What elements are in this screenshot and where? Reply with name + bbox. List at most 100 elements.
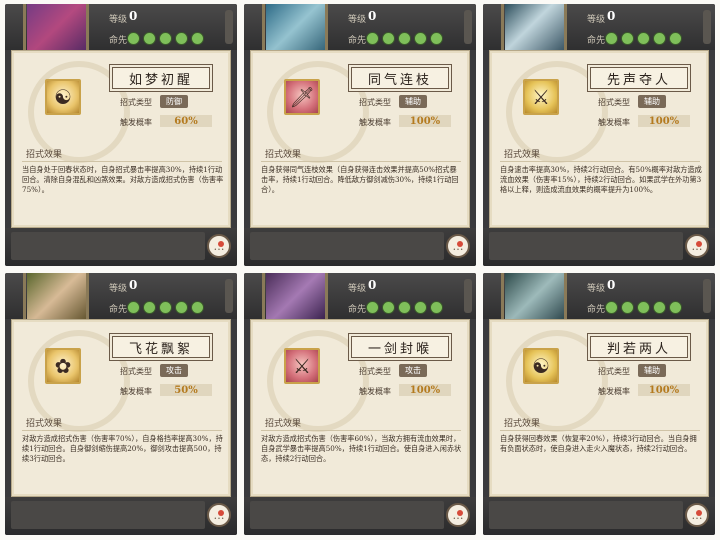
trigger-rate-value: 60% (160, 115, 212, 127)
skill-detail-card: ⚔ 先声夺人 招式类型 辅助 触发概率 100% 招式效果 自身速击率提高30%… (489, 50, 709, 228)
level-value: 0 (368, 278, 377, 292)
divider (500, 161, 700, 162)
trigger-rate-label: 触发概率 (359, 118, 391, 127)
chat-button[interactable]: … (446, 503, 470, 527)
attribute-dot-icon (669, 32, 682, 45)
skill-screenshot-grid: 等级 0 命先 ☯ 如梦初醒 招式类型 防御 触发概率 60% 招式效果 当自身… (0, 0, 720, 540)
skill-panel: 等级 0 命先 ⚔ 一剑封喉 招式类型 攻击 触发概率 100% 招式效果 对敌… (244, 273, 476, 535)
chat-button[interactable]: … (446, 234, 470, 258)
attribute-dot-icon (191, 32, 204, 45)
skill-type-label: 招式类型 (359, 367, 391, 376)
level-label: 等级 (587, 284, 606, 294)
character-strip: 等级 0 命先 (5, 4, 237, 50)
scroll-handle[interactable] (464, 279, 472, 313)
warrior-icon: ⚔ (532, 85, 550, 109)
portrait-frame (23, 273, 89, 319)
portrait-frame (262, 273, 328, 319)
notification-dot-icon (696, 510, 702, 516)
attribute-dot-icon (159, 301, 172, 314)
swordsman-icon: ⚔ (293, 354, 311, 378)
character-strip: 等级 0 命先 (244, 273, 476, 319)
effect-description: 当自身处于回春状态时，自身招式暴击率提高30%，持续1行动回合。清除自身混乱和凶… (22, 165, 224, 194)
scroll-handle[interactable] (464, 10, 472, 44)
skill-detail-card: ☯ 判若两人 招式类型 辅助 触发概率 100% 招式效果 自身获得回春效果（恢… (489, 319, 709, 497)
skill-name: 判若两人 (590, 336, 688, 358)
effect-heading: 招式效果 (504, 150, 541, 160)
attribute-icons (366, 32, 443, 45)
bottom-slot (489, 232, 683, 260)
effect-description: 自身速击率提高30%，持续2行动回合。有50%概率对敌方造成流血效果（伤害率15… (500, 165, 702, 194)
notification-dot-icon (218, 241, 224, 247)
attribute-dot-icon (669, 301, 682, 314)
effect-heading: 招式效果 (265, 419, 302, 429)
chat-button[interactable]: … (685, 234, 709, 258)
attribute-dot-icon (143, 301, 156, 314)
skill-name: 先声夺人 (590, 67, 688, 89)
skill-panel: 等级 0 命先 ☯ 判若两人 招式类型 辅助 触发概率 100% 招式效果 自身… (483, 273, 715, 535)
chat-button[interactable]: … (685, 503, 709, 527)
chat-button[interactable]: … (207, 503, 231, 527)
trigger-rate-value: 100% (399, 384, 451, 396)
bottom-slot (11, 232, 205, 260)
attribute-label: 命先 (348, 305, 367, 315)
trigger-rate-label: 触发概率 (120, 387, 152, 396)
attribute-dot-icon (382, 32, 395, 45)
divider (261, 430, 461, 431)
scroll-handle[interactable] (703, 10, 711, 44)
effect-heading: 招式效果 (504, 419, 541, 429)
level-value: 0 (368, 9, 377, 23)
skill-detail-card: ⚔ 一剑封喉 招式类型 攻击 触发概率 100% 招式效果 对敌方造成招式伤害（… (250, 319, 470, 497)
skill-type-value: 攻击 (399, 364, 427, 377)
attribute-dot-icon (127, 301, 140, 314)
bottom-bar: … (483, 497, 715, 535)
skill-detail-card: 🗡 同气连枝 招式类型 辅助 触发概率 100% 招式效果 自身获得同气连枝效果… (250, 50, 470, 228)
scroll-handle[interactable] (703, 279, 711, 313)
flying-flower-icon: ✿ (54, 354, 72, 378)
character-strip: 等级 0 命先 (483, 4, 715, 50)
attribute-dot-icon (621, 32, 634, 45)
meditating-figure-icon: ☯ (54, 85, 72, 109)
skill-name: 同气连枝 (351, 67, 449, 89)
trigger-rate-value: 100% (638, 115, 690, 127)
notification-dot-icon (218, 510, 224, 516)
attribute-dot-icon (605, 301, 618, 314)
bottom-slot (250, 501, 444, 529)
skill-name: 如梦初醒 (112, 67, 210, 89)
attribute-label: 命先 (109, 36, 128, 46)
portrait-frame (262, 4, 328, 50)
bottom-bar: … (5, 228, 237, 266)
attribute-dot-icon (127, 32, 140, 45)
attribute-dot-icon (366, 32, 379, 45)
attribute-icons (605, 32, 682, 45)
skill-panel: 等级 0 命先 ⚔ 先声夺人 招式类型 辅助 触发概率 100% 招式效果 自身… (483, 4, 715, 266)
bottom-bar: … (244, 497, 476, 535)
divider (261, 161, 461, 162)
portrait-frame (23, 4, 89, 50)
portrait-frame (501, 273, 567, 319)
trigger-rate-label: 触发概率 (598, 118, 630, 127)
scroll-handle[interactable] (225, 10, 233, 44)
attribute-dot-icon (175, 301, 188, 314)
chat-button[interactable]: … (207, 234, 231, 258)
bottom-slot (11, 501, 205, 529)
attribute-icons (127, 301, 204, 314)
level-label: 等级 (109, 15, 128, 25)
attribute-label: 命先 (348, 36, 367, 46)
skill-icon: ☯ (523, 348, 559, 384)
trigger-rate-label: 触发概率 (598, 387, 630, 396)
level-label: 等级 (348, 15, 367, 25)
effect-description: 自身获得同气连枝效果（自身获得连击效果并提高50%招式暴击率，持续1行动回合。降… (261, 165, 459, 194)
bottom-bar: … (5, 497, 237, 535)
trigger-rate-value: 50% (160, 384, 212, 396)
portrait-frame (501, 4, 567, 50)
attribute-dot-icon (653, 301, 666, 314)
skill-icon: ⚔ (284, 348, 320, 384)
sword-icon: 🗡 (289, 85, 315, 109)
level-value: 0 (607, 9, 616, 23)
character-strip: 等级 0 命先 (5, 273, 237, 319)
scroll-handle[interactable] (225, 279, 233, 313)
bottom-bar: … (244, 228, 476, 266)
attribute-dot-icon (637, 32, 650, 45)
bottom-slot (489, 501, 683, 529)
attribute-icons (366, 301, 443, 314)
